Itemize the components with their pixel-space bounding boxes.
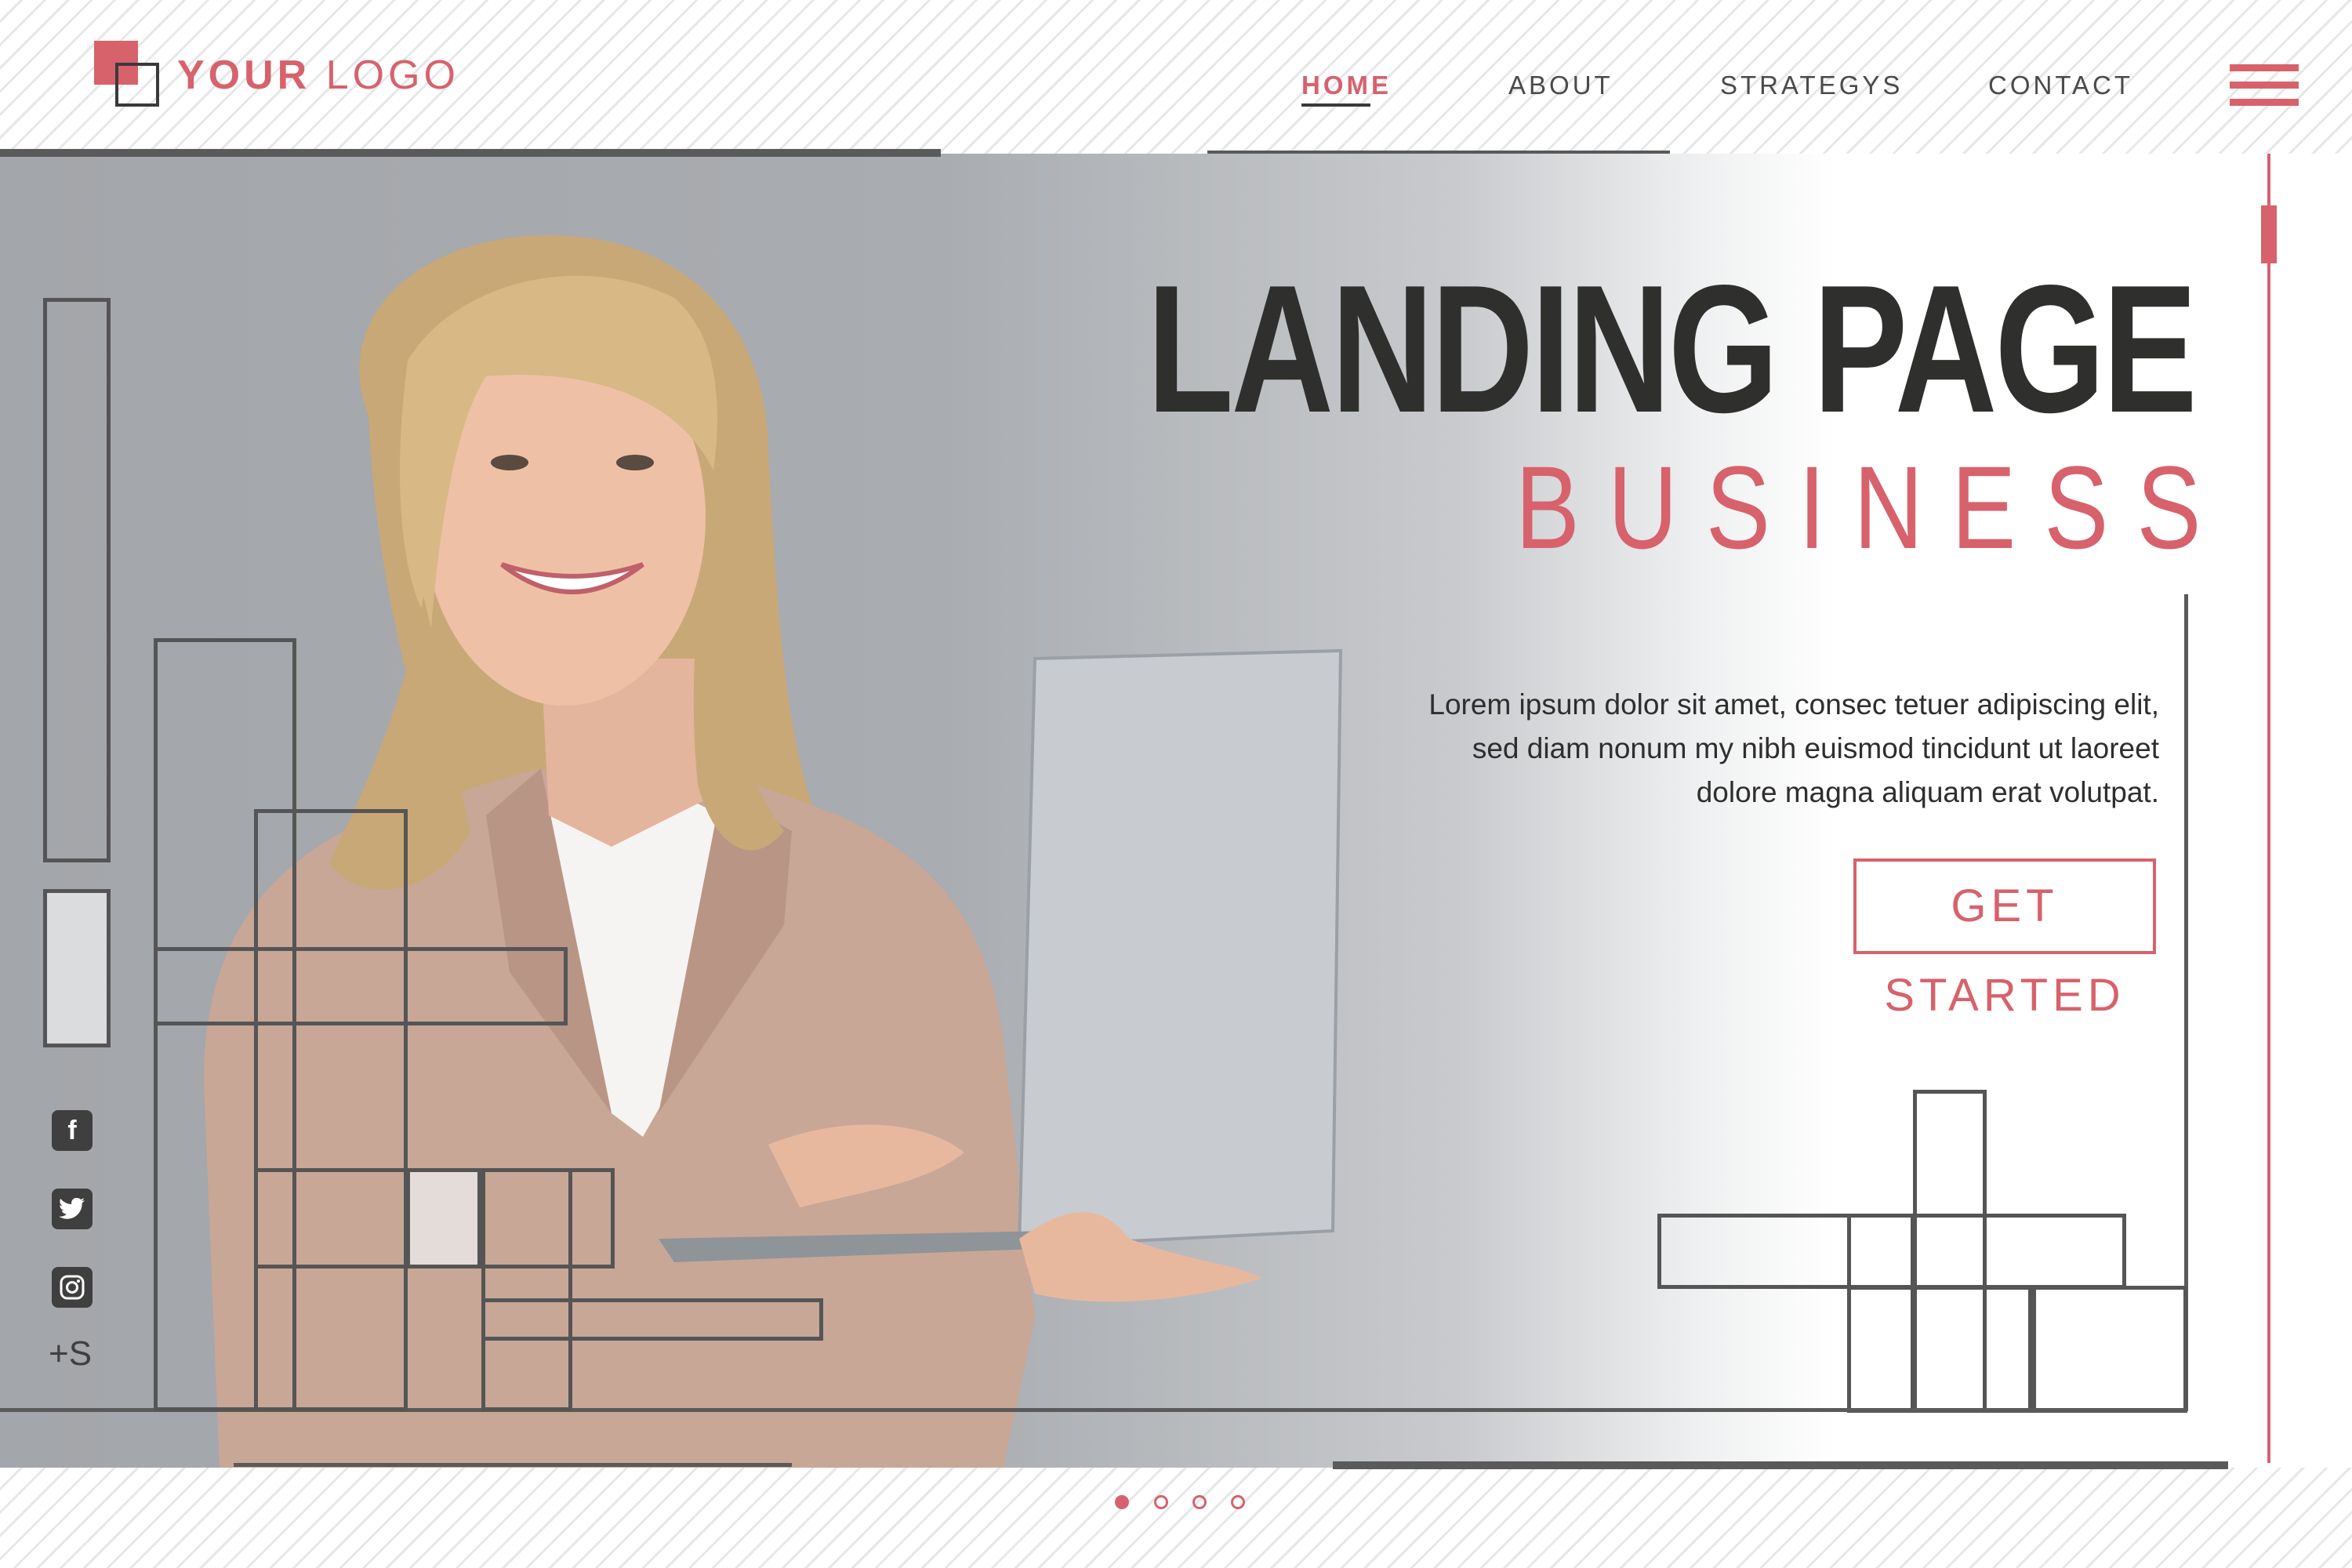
deco-block <box>481 1298 823 1341</box>
facebook-icon[interactable]: f <box>52 1110 93 1151</box>
scroll-thumb[interactable] <box>2261 205 2277 263</box>
deco-block <box>406 1168 481 1269</box>
nav-about[interactable]: ABOUT <box>1508 71 1613 100</box>
nav-contact[interactable]: CONTACT <box>1988 71 2133 100</box>
deco-block <box>43 298 111 862</box>
nav-strategys[interactable]: STRATEGYS <box>1720 71 1903 100</box>
header-divider-left <box>0 149 941 157</box>
slider-dot-4[interactable] <box>1231 1495 1245 1509</box>
footer-stripe-background <box>0 1468 2352 1568</box>
hero-title: LANDING PAGE <box>1147 248 2198 451</box>
slider-dot-3[interactable] <box>1192 1495 1207 1509</box>
nav-active-underline <box>1301 103 1370 107</box>
slider-dot-1[interactable] <box>1115 1495 1129 1509</box>
deco-block <box>1847 1286 2032 1413</box>
logo-text-light: LOGO <box>325 53 459 98</box>
hamburger-menu-icon[interactable] <box>2230 64 2299 116</box>
scroll-track[interactable] <box>2267 154 2270 1463</box>
logo-outline-square-icon <box>115 63 159 107</box>
instagram-icon[interactable] <box>52 1267 93 1308</box>
deco-block <box>254 809 408 1411</box>
hero-description: Lorem ipsum dolor sit amet, consec tetue… <box>1428 688 2159 808</box>
logo-text-bold: YOUR <box>177 53 311 98</box>
logo[interactable]: YOUR LOGO <box>177 52 459 99</box>
nav-home[interactable]: HOME <box>1301 71 1392 100</box>
slider-dot-2[interactable] <box>1154 1495 1168 1509</box>
deco-block <box>481 1168 572 1411</box>
get-started-button[interactable]: GET STARTED <box>1853 858 2156 1021</box>
header-divider-right <box>1207 151 1670 154</box>
deco-block <box>2032 1286 2187 1413</box>
more-social-link[interactable]: +S <box>49 1334 92 1374</box>
footer-divider-left <box>234 1463 792 1467</box>
footer-divider-right <box>1333 1461 2228 1469</box>
deco-block <box>43 889 111 1047</box>
deco-block <box>154 947 568 1025</box>
hero-subtitle: BUSINESS <box>1515 441 2230 573</box>
twitter-icon[interactable] <box>52 1189 93 1229</box>
